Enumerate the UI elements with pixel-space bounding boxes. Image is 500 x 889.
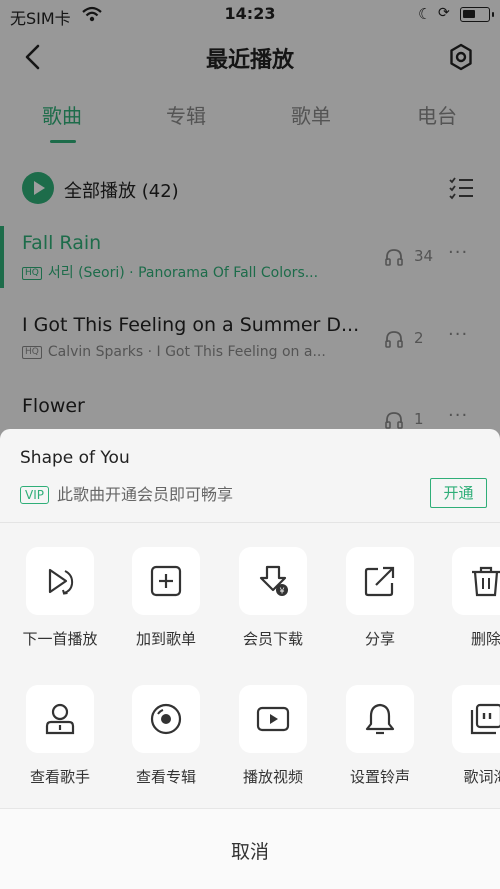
action-tile[interactable] (239, 685, 307, 753)
action-label: 查看专辑 (135, 768, 196, 786)
play-video-button[interactable]: 播放视频 (233, 685, 313, 787)
action-tile[interactable] (26, 685, 94, 753)
action-tile[interactable] (346, 547, 414, 615)
view-album-button[interactable]: 查看专辑 (126, 685, 206, 787)
vip-download-icon: ¥ (259, 565, 288, 596)
vip-notice: VIP 此歌曲开通会员即可畅享 (20, 481, 233, 505)
cancel-button[interactable]: 取消 (0, 837, 500, 864)
share-icon (364, 566, 395, 597)
action-label: 播放视频 (242, 768, 303, 786)
action-label: 下一首播放 (22, 630, 98, 648)
trash-icon (472, 566, 500, 597)
action-label: 歌词海 (463, 768, 500, 786)
album-disc-icon (150, 703, 182, 735)
svg-text:¥: ¥ (279, 587, 284, 596)
action-tile[interactable] (132, 547, 200, 615)
action-label: 删除 (470, 630, 500, 648)
action-label: 查看歌手 (29, 768, 90, 786)
lyrics-poster-icon (470, 703, 500, 735)
action-label: 分享 (364, 630, 395, 648)
add-to-playlist-icon (150, 565, 182, 597)
action-label: 设置铃声 (349, 768, 410, 786)
action-tile[interactable] (452, 685, 500, 753)
action-tile[interactable] (346, 685, 414, 753)
vip-badge: VIP (20, 486, 49, 504)
divider (0, 522, 500, 523)
artist-icon (45, 703, 75, 735)
video-play-icon (256, 706, 290, 732)
delete-button[interactable]: 删除 (446, 547, 500, 649)
song-action-sheet: Shape of You VIP 此歌曲开通会员即可畅享 开通 下一首播放 加到歌… (0, 429, 500, 889)
cancel-bar[interactable]: 取消 (0, 808, 500, 889)
view-artist-button[interactable]: 查看歌手 (20, 685, 100, 787)
play-next-button[interactable]: 下一首播放 (20, 547, 100, 649)
action-label: 加到歌单 (135, 630, 196, 648)
share-button[interactable]: 分享 (340, 547, 420, 649)
action-tile[interactable] (26, 547, 94, 615)
vip-download-button[interactable]: ¥ 会员下载 (233, 547, 313, 649)
open-vip-button[interactable]: 开通 (430, 478, 487, 508)
play-next-icon (48, 568, 74, 595)
vip-text: 此歌曲开通会员即可畅享 (56, 485, 233, 504)
lyrics-poster-button[interactable]: 歌词海 (446, 685, 500, 787)
sheet-song-title: Shape of You (20, 448, 130, 468)
action-tile[interactable] (132, 685, 200, 753)
bell-icon (365, 703, 395, 735)
action-label: 会员下载 (242, 630, 303, 648)
set-ringtone-button[interactable]: 设置铃声 (340, 685, 420, 787)
action-tile[interactable]: ¥ (239, 547, 307, 615)
action-tile[interactable] (452, 547, 500, 615)
add-to-playlist-button[interactable]: 加到歌单 (126, 547, 206, 649)
